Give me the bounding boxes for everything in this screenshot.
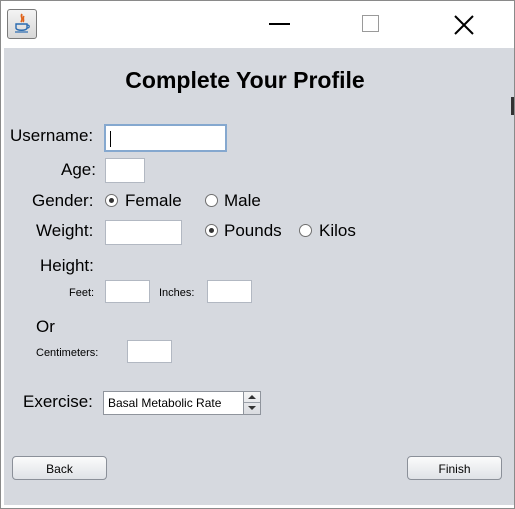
weight-pounds-label[interactable]: Pounds: [224, 221, 282, 241]
title-bar: [1, 1, 514, 48]
centimeters-input[interactable]: [127, 340, 172, 363]
spinner-up-icon[interactable]: [244, 392, 260, 403]
close-icon[interactable]: [443, 7, 483, 41]
maximize-icon[interactable]: [351, 7, 391, 41]
gender-male-radio[interactable]: [205, 194, 218, 207]
inches-label: Inches:: [159, 287, 195, 299]
age-label: Age:: [61, 160, 96, 179]
gender-label: Gender:: [32, 191, 94, 210]
gender-female-label[interactable]: Female: [125, 191, 182, 211]
minimize-icon[interactable]: [259, 7, 299, 41]
weight-kilos-radio[interactable]: [299, 224, 312, 237]
weight-kilos-label[interactable]: Kilos: [319, 221, 356, 241]
page-title: Complete Your Profile: [125, 67, 365, 93]
panel-edge: [511, 48, 514, 505]
height-label: Height:: [40, 256, 94, 275]
age-input[interactable]: [105, 158, 145, 183]
weight-input[interactable]: [105, 220, 182, 245]
feet-input[interactable]: [105, 280, 150, 303]
weight-pounds-radio[interactable]: [205, 224, 218, 237]
back-button[interactable]: Back: [12, 456, 107, 480]
spinner-down-icon[interactable]: [244, 403, 260, 414]
exercise-spinner[interactable]: Basal Metabolic Rate: [103, 391, 261, 415]
or-label: Or: [36, 317, 55, 336]
finish-button[interactable]: Finish: [407, 456, 502, 480]
java-icon[interactable]: [7, 9, 37, 39]
exercise-value: Basal Metabolic Rate: [108, 396, 222, 410]
inches-input[interactable]: [207, 280, 252, 303]
username-input[interactable]: [104, 124, 227, 152]
app-window: Complete Your Profile Username: Age: Gen…: [0, 0, 515, 509]
gender-female-radio[interactable]: [105, 194, 118, 207]
weight-label: Weight:: [36, 221, 94, 240]
profile-panel: [4, 48, 511, 505]
spinner-buttons: [243, 392, 260, 414]
feet-label: Feet:: [69, 287, 95, 299]
centimeters-label: Centimeters:: [36, 347, 99, 359]
username-label: Username:: [10, 126, 94, 145]
text-caret: [110, 131, 111, 147]
panel-edge-mark: [511, 97, 514, 115]
gender-male-label[interactable]: Male: [224, 191, 261, 211]
exercise-label: Exercise:: [23, 392, 93, 411]
